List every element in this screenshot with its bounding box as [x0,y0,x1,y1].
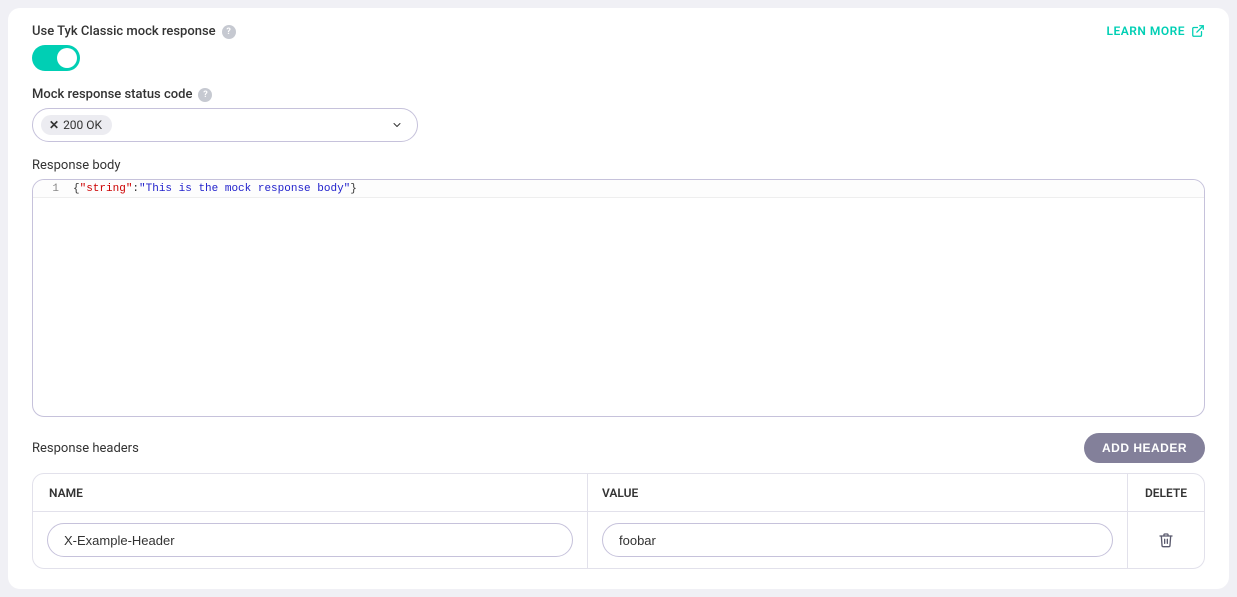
header-name-input[interactable] [47,523,573,557]
status-code-label: Mock response status code [32,87,192,102]
line-number: 1 [33,182,67,197]
learn-more-link[interactable]: LEARN MORE [1106,24,1205,38]
status-code-select[interactable]: ✕ 200 OK [32,108,418,142]
col-header-name: NAME [33,474,588,511]
chip-remove-icon[interactable]: ✕ [49,118,59,132]
table-head: NAME VALUE DELETE [33,474,1204,512]
chevron-down-icon [391,119,403,131]
header-value-input[interactable] [602,523,1113,557]
mock-response-panel: Use Tyk Classic mock response ? LEARN MO… [8,8,1229,589]
learn-more-text: LEARN MORE [1106,24,1185,38]
status-code-label-row: Mock response status code ? [32,87,1205,102]
col-header-value: VALUE [588,474,1128,511]
classic-mock-toggle[interactable] [32,45,80,71]
toggle-label-row: Use Tyk Classic mock response ? [32,24,236,39]
external-link-icon [1191,24,1205,38]
table-row [33,512,1204,568]
help-icon[interactable]: ? [222,25,236,39]
status-code-value: 200 OK [63,118,102,132]
add-header-label: ADD HEADER [1102,441,1187,455]
toggle-label: Use Tyk Classic mock response [32,24,216,39]
code-line: 1 {"string":"This is the mock response b… [33,180,1204,198]
section-header: Use Tyk Classic mock response ? LEARN MO… [32,24,1205,87]
code-content[interactable]: {"string":"This is the mock response bod… [67,182,1204,197]
status-code-chip[interactable]: ✕ 200 OK [41,115,112,135]
col-header-delete: DELETE [1128,474,1204,511]
trash-icon[interactable] [1158,532,1174,548]
add-header-button[interactable]: ADD HEADER [1084,433,1205,463]
response-headers-label: Response headers [32,441,139,456]
response-body-editor[interactable]: 1 {"string":"This is the mock response b… [32,179,1205,417]
headers-header: Response headers ADD HEADER [32,433,1205,463]
help-icon[interactable]: ? [198,88,212,102]
response-body-label: Response body [32,158,1205,173]
toggle-knob [57,48,77,68]
